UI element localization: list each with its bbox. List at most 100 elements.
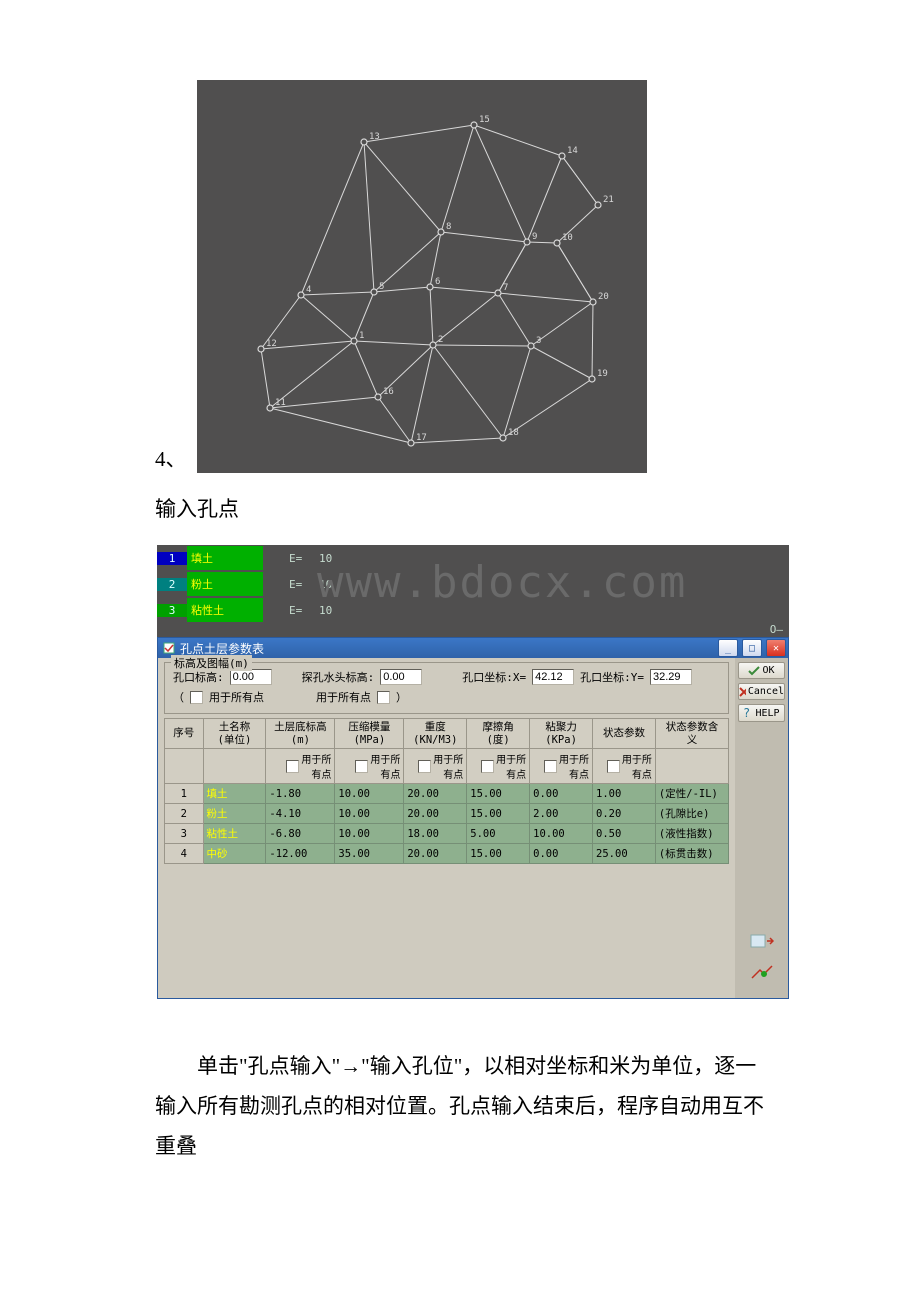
cell-f: 15.00 — [467, 804, 530, 824]
minimize-button[interactable]: _ — [718, 639, 738, 657]
app-screenshot: www.bdocx.com 1填土E=102粉土E=103粘性土E=10 O— … — [157, 545, 789, 999]
layer-e-label: E= — [289, 552, 319, 565]
svg-text:5: 5 — [379, 282, 384, 292]
cell-name: 中砂 — [203, 844, 266, 864]
col-header: 摩擦角(度) — [467, 719, 530, 749]
col-header: 序号 — [165, 719, 204, 749]
table-row[interactable]: 3粘性土-6.8010.0018.005.0010.000.50(液性指数) — [165, 824, 729, 844]
cell-idx: 4 — [165, 844, 204, 864]
cell-m: (孔隙比e) — [655, 804, 728, 824]
subheading: 输入孔点 — [155, 493, 770, 523]
help-button[interactable]: ? HELP — [738, 704, 785, 722]
svg-text:8: 8 — [446, 222, 451, 232]
cell-s: 0.50 — [593, 824, 656, 844]
cell-e: 10.00 — [335, 824, 404, 844]
lbl-kx: 孔口坐标:X= — [462, 669, 526, 685]
cell-f: 15.00 — [467, 784, 530, 804]
svg-text:6: 6 — [435, 277, 440, 287]
col-header: 重度(KN/M3) — [404, 719, 467, 749]
cell-g: 20.00 — [404, 804, 467, 824]
svg-text:19: 19 — [597, 369, 608, 379]
table-row[interactable]: 2粉土-4.1010.0020.0015.002.000.20(孔隙比e) — [165, 804, 729, 824]
titlebar[interactable]: 孔点土层参数表 _ □ ✕ — [158, 638, 788, 658]
col-sub: 用于所有点 — [433, 751, 463, 781]
layer-row[interactable]: 2粉土E=10 — [157, 571, 789, 597]
cell-e: 10.00 — [335, 784, 404, 804]
lbl-ysy-open: （ — [173, 689, 184, 705]
table-row[interactable]: 4中砂-12.0035.0020.0015.000.0025.00(标贯击数) — [165, 844, 729, 864]
cell-idx: 2 — [165, 804, 204, 824]
col-header: 粘聚力(KPa) — [530, 719, 593, 749]
cancel-button[interactable]: Cancel — [738, 683, 785, 700]
item-number: 4、 — [155, 443, 187, 473]
svg-text:14: 14 — [567, 146, 578, 156]
cell-name: 粘性土 — [203, 824, 266, 844]
input-kx[interactable] — [532, 669, 574, 685]
col-chk[interactable] — [607, 760, 620, 773]
ok-button[interactable]: OK — [738, 662, 785, 679]
lbl-tksbg: 探孔水头标高: — [302, 669, 375, 685]
col-chk[interactable] — [481, 760, 494, 773]
input-ky[interactable] — [650, 669, 692, 685]
cell-g: 20.00 — [404, 844, 467, 864]
input-kkbg[interactable] — [230, 669, 272, 685]
cell-h: -12.00 — [266, 844, 335, 864]
paragraph: 单击"孔点输入"→"输入孔位"，以相对坐标和米为单位，逐一输入所有勘测孔点的相对… — [155, 1047, 770, 1167]
cell-f: 15.00 — [467, 844, 530, 864]
cell-idx: 3 — [165, 824, 204, 844]
maximize-button[interactable]: □ — [742, 639, 762, 657]
layer-row[interactable]: 1填土E=10 — [157, 545, 789, 571]
cell-c: 2.00 — [530, 804, 593, 824]
cell-s: 1.00 — [593, 784, 656, 804]
delete-icon[interactable] — [749, 930, 775, 952]
check-icon — [748, 666, 760, 676]
col-chk[interactable] — [286, 760, 299, 773]
close-button[interactable]: ✕ — [766, 639, 786, 657]
cell-g: 18.00 — [404, 824, 467, 844]
col-chk[interactable] — [418, 760, 431, 773]
chk-all-2[interactable] — [377, 691, 390, 704]
layer-name: 粘性土 — [187, 598, 263, 622]
svg-text:3: 3 — [536, 336, 541, 346]
col-chk[interactable] — [544, 760, 557, 773]
svg-text:21: 21 — [603, 195, 614, 205]
svg-text:18: 18 — [508, 428, 519, 438]
cell-g: 20.00 — [404, 784, 467, 804]
layer-name: 填土 — [187, 546, 263, 570]
cell-m: (标贯击数) — [655, 844, 728, 864]
cell-idx: 1 — [165, 784, 204, 804]
cell-s: 0.20 — [593, 804, 656, 824]
add-icon[interactable] — [749, 962, 775, 984]
cell-h: -1.80 — [266, 784, 335, 804]
svg-text:13: 13 — [369, 132, 380, 142]
svg-text:9: 9 — [532, 232, 537, 242]
cell-c: 10.00 — [530, 824, 593, 844]
question-icon: ? — [743, 707, 753, 719]
col-header: 压缩模量(MPa) — [335, 719, 404, 749]
mesh-figure: 123456789101112131415161718192021 — [197, 80, 647, 473]
svg-text:4: 4 — [306, 285, 311, 295]
svg-text:15: 15 — [479, 115, 490, 125]
cell-c: 0.00 — [530, 844, 593, 864]
ok-label: OK — [762, 665, 774, 676]
svg-text:1: 1 — [359, 331, 364, 341]
layer-row[interactable]: 3粘性土E=10 — [157, 597, 789, 623]
svg-text:20: 20 — [598, 292, 609, 302]
layer-e-value: 10 — [319, 552, 332, 565]
cell-e: 10.00 — [335, 804, 404, 824]
ozone-label: O— — [157, 623, 789, 637]
layer-num: 2 — [157, 578, 187, 591]
chk-all-1[interactable] — [190, 691, 203, 704]
svg-text:16: 16 — [383, 387, 394, 397]
col-header: 土名称(单位) — [203, 719, 266, 749]
col-chk[interactable] — [355, 760, 368, 773]
lbl-kkbg: 孔口标高: — [173, 669, 224, 685]
table-spacer — [164, 864, 729, 984]
col-sub: 用于所有点 — [301, 751, 331, 781]
cell-name: 填土 — [203, 784, 266, 804]
title-text: 孔点土层参数表 — [180, 640, 264, 657]
svg-text:11: 11 — [275, 398, 286, 408]
input-tksbg[interactable] — [380, 669, 422, 685]
table-row[interactable]: 1填土-1.8010.0020.0015.000.001.00(定性/-IL) — [165, 784, 729, 804]
svg-text:2: 2 — [438, 335, 443, 345]
